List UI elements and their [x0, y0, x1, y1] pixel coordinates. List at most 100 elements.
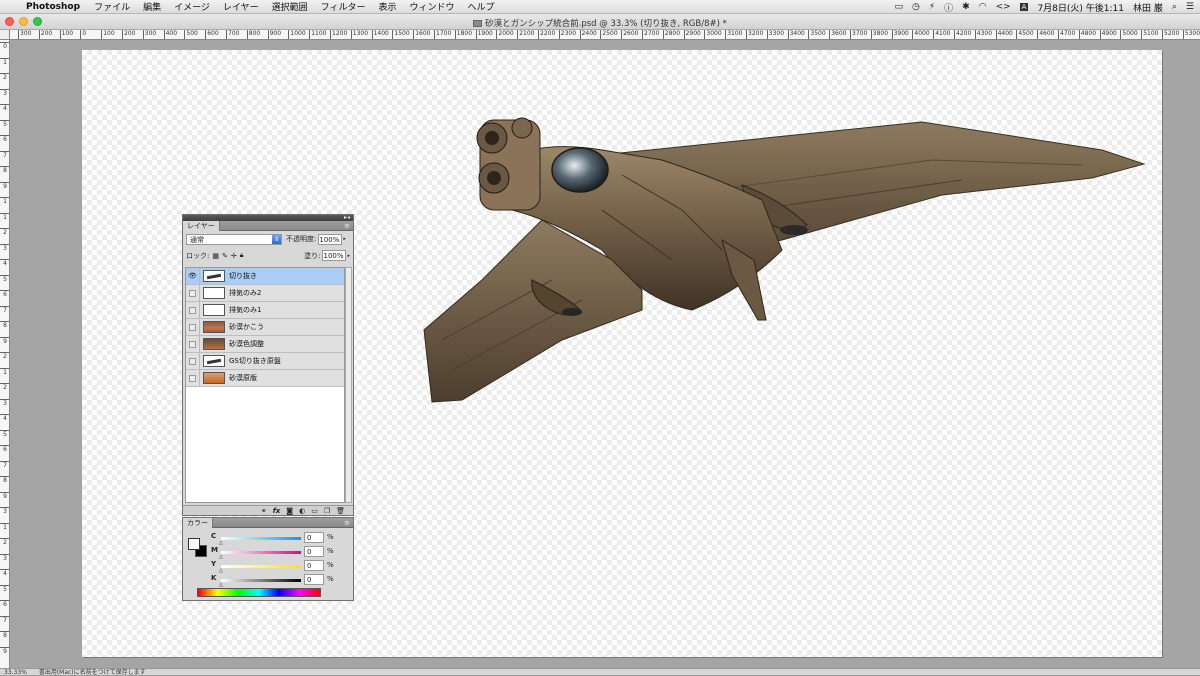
layer-name[interactable]: 排気のみ1 — [229, 305, 261, 315]
magenta-input[interactable]: 0 — [304, 546, 324, 557]
cyan-slider[interactable] — [221, 537, 301, 540]
black-slider[interactable] — [221, 579, 301, 582]
layer-row-cutout[interactable]: 👁︎ 切り抜き — [186, 268, 344, 285]
group-icon[interactable]: ▭ — [311, 507, 318, 515]
menu-window[interactable]: ウィンドウ — [410, 0, 455, 13]
layer-list-scrollbar[interactable] — [345, 267, 352, 503]
wifi-icon[interactable]: ◠ — [979, 2, 987, 12]
yellow-input[interactable]: 0 — [304, 560, 324, 571]
ruler-tick-label: 9 — [0, 336, 9, 345]
flux-icon[interactable]: ⚡ — [929, 2, 935, 12]
airplay-icon[interactable]: ▭ — [894, 2, 903, 12]
app-name-menu[interactable]: Photoshop — [26, 2, 80, 12]
tab-color[interactable]: カラー — [183, 518, 213, 528]
link-icon[interactable]: ⚭ — [261, 507, 267, 515]
bluetooth-icon[interactable]: ✱ — [962, 2, 970, 12]
mask-icon[interactable]: ◙ — [286, 507, 293, 515]
visibility-toggle[interactable] — [186, 319, 200, 335]
layer-name[interactable]: 砂漠色調整 — [229, 339, 264, 349]
layer-name[interactable]: GS切り抜き原盤 — [229, 356, 281, 366]
ruler-tick-label: 1900 — [475, 30, 493, 39]
ruler-tick-label: 3 — [0, 553, 9, 562]
ruler-tick-label: 1400 — [371, 30, 389, 39]
adjustment-icon[interactable]: ◐ — [299, 507, 305, 515]
ruler-origin[interactable] — [0, 30, 10, 40]
yellow-slider-row: Y △ 0 % — [211, 560, 351, 574]
vertical-ruler[interactable]: 0 1 2 3 4 5 6 7 8 9 1 1 2 3 4 5 6 7 8 9 2 1 2 3 4 5 6 7 8 9 3 1 2 3 4 5 6 7 8 9 — [0, 30, 10, 670]
ruler-tick-label: 1 — [0, 57, 9, 66]
input-mode-icon[interactable]: A — [1019, 3, 1029, 11]
clock[interactable]: 7月8日(火) 午後1:11 — [1037, 1, 1124, 14]
color-spectrum-bar[interactable] — [197, 588, 321, 597]
layer-name[interactable]: 排気のみ2 — [229, 288, 261, 298]
cyan-input[interactable]: 0 — [304, 532, 324, 543]
foreground-color-swatch[interactable] — [188, 538, 200, 550]
code-icon[interactable]: <> — [996, 2, 1011, 12]
black-input[interactable]: 0 — [304, 574, 324, 585]
panel-menu-icon[interactable]: ≡ — [344, 519, 350, 527]
ruler-tick-label: 3000 — [704, 30, 722, 39]
lock-brush-icon[interactable]: ✎ — [222, 252, 228, 260]
layer-name[interactable]: 砂漠かこう — [229, 322, 264, 332]
menu-help[interactable]: ヘルプ — [468, 0, 495, 13]
eye-icon[interactable]: 👁︎ — [186, 268, 200, 284]
fx-icon[interactable]: fx — [273, 507, 281, 515]
lock-all-icon[interactable]: 🔒︎ — [240, 251, 244, 260]
layer-name[interactable]: 砂漠原版 — [229, 373, 257, 383]
ruler-tick-label: 2100 — [517, 30, 534, 39]
fill-arrow-icon[interactable]: ▸ — [347, 253, 350, 259]
ruler-tick-label: 700 — [226, 30, 239, 39]
lock-position-icon[interactable]: ✛ — [231, 252, 237, 260]
spotlight-icon[interactable]: ⌕ — [1172, 2, 1177, 12]
layer-row-desert-edit[interactable]: 砂漠かこう — [186, 319, 344, 336]
menu-filter[interactable]: フィルター — [321, 0, 366, 13]
visibility-toggle[interactable] — [186, 285, 200, 301]
ruler-tick-label: 1600 — [413, 30, 430, 39]
ruler-tick-label: 100 — [101, 30, 115, 39]
ruler-tick-label: 1100 — [309, 30, 326, 39]
ruler-tick-label: 1 — [0, 522, 9, 531]
ruler-tick-label: 1000 — [288, 30, 306, 39]
visibility-toggle[interactable] — [186, 370, 200, 386]
fill-input[interactable]: 100% — [322, 250, 347, 261]
menu-image[interactable]: イメージ — [174, 0, 210, 13]
visibility-toggle[interactable] — [186, 302, 200, 318]
panel-menu-icon[interactable]: ≡ — [344, 222, 350, 230]
tab-layers[interactable]: レイヤー — [183, 221, 220, 231]
visibility-toggle[interactable] — [186, 353, 200, 369]
menu-select[interactable]: 選択範囲 — [272, 0, 308, 13]
ruler-tick-label: 3 — [0, 507, 9, 515]
ruler-tick-label: 9 — [0, 646, 9, 655]
menu-edit[interactable]: 編集 — [143, 0, 161, 13]
time-machine-icon[interactable]: ◷ — [912, 2, 920, 12]
trash-icon[interactable]: 🗑︎ — [336, 507, 345, 515]
blend-mode-select[interactable]: 通常 ⇕ — [186, 233, 282, 245]
menu-view[interactable]: 表示 — [379, 0, 397, 13]
ruler-tick-label: 4300 — [974, 30, 992, 39]
ruler-tick-label: 3900 — [891, 30, 909, 39]
horizontal-ruler[interactable]: 300 200 100 0 100 200 300 400 500 600 700 800 900 100… — [10, 30, 1200, 40]
ruler-tick-label: 4 — [0, 414, 9, 422]
yellow-slider[interactable] — [221, 565, 301, 568]
layer-row-gs-cutout-original[interactable]: GS切り抜き原盤 — [186, 353, 344, 370]
menu-layer[interactable]: レイヤー — [223, 0, 259, 13]
visibility-toggle[interactable] — [186, 336, 200, 352]
info-icon[interactable]: ⓘ — [944, 1, 953, 14]
new-layer-icon[interactable]: ❐ — [324, 507, 330, 515]
layer-name[interactable]: 切り抜き — [229, 271, 257, 281]
black-unit: % — [327, 575, 334, 583]
notification-center-icon[interactable]: ☰ — [1186, 2, 1194, 12]
layer-row-exhaust1[interactable]: 排気のみ1 — [186, 302, 344, 319]
layer-row-desert-color[interactable]: 砂漠色調整 — [186, 336, 344, 353]
opacity-input[interactable]: 100% — [318, 233, 343, 245]
magenta-slider[interactable] — [221, 551, 301, 554]
user-name[interactable]: 林田 巌 — [1133, 1, 1163, 14]
layer-row-desert-original[interactable]: 砂漠原版 — [186, 370, 344, 387]
layer-row-exhaust2[interactable]: 排気のみ2 — [186, 285, 344, 302]
opacity-arrow-icon[interactable]: ▸ — [343, 236, 346, 242]
layer-thumbnail — [203, 338, 225, 350]
lock-transparency-icon[interactable]: ▦ — [212, 252, 219, 260]
menu-file[interactable]: ファイル — [94, 0, 130, 13]
ruler-tick-label: 7 — [0, 150, 9, 159]
chevron-down-icon[interactable]: ⇕ — [272, 234, 281, 244]
